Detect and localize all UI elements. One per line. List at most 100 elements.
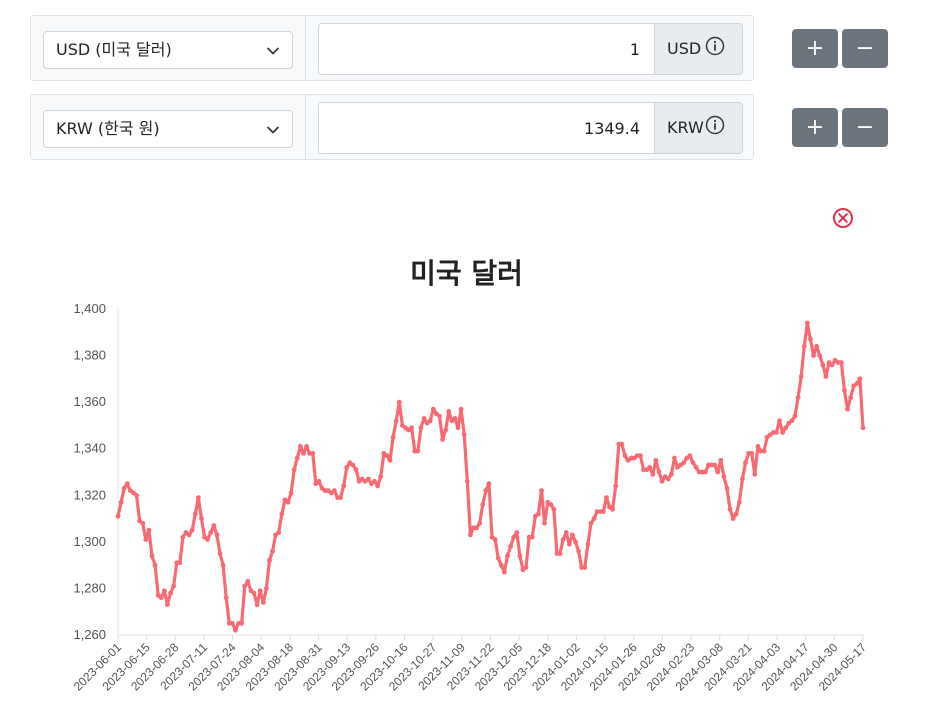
data-point (375, 483, 381, 489)
data-point (600, 509, 606, 514)
data-point (557, 551, 563, 556)
data-point (857, 376, 863, 382)
data-point (780, 430, 786, 435)
data-point (613, 483, 619, 489)
data-point (291, 467, 297, 473)
data-point (350, 462, 356, 468)
data-point (134, 492, 139, 498)
data-point (140, 520, 146, 526)
data-point (486, 481, 492, 487)
y-tick-label: 1,320 (73, 487, 106, 502)
data-point (495, 555, 501, 561)
data-point (199, 516, 204, 521)
data-point (542, 520, 547, 526)
data-point (446, 409, 452, 414)
data-point (121, 485, 127, 491)
data-point (158, 595, 164, 601)
data-point (622, 453, 628, 459)
data-point (814, 343, 820, 349)
data-point (845, 406, 850, 412)
data-point (638, 453, 643, 459)
data-point (656, 469, 662, 475)
data-point (245, 579, 251, 584)
data-point (211, 523, 217, 528)
data-point (529, 534, 535, 540)
data-point (755, 443, 761, 449)
data-point (808, 336, 813, 342)
data-point (740, 476, 745, 482)
data-point (585, 541, 591, 547)
data-point (421, 416, 427, 421)
data-point (372, 478, 377, 484)
data-point (443, 427, 449, 433)
data-point (418, 425, 424, 431)
data-point (263, 586, 269, 591)
data-point (409, 425, 415, 431)
data-point (687, 453, 693, 459)
data-point (483, 488, 489, 494)
data-point (171, 583, 177, 589)
data-point (798, 374, 804, 379)
data-point (736, 499, 742, 505)
data-point (789, 418, 795, 424)
data-point (560, 537, 566, 542)
data-point (672, 455, 677, 461)
data-point (168, 590, 173, 596)
data-point (474, 525, 479, 531)
data-point (752, 471, 758, 477)
data-point (681, 460, 687, 466)
data-point (582, 565, 588, 570)
series-line (116, 321, 865, 632)
data-point (301, 450, 306, 456)
data-point (659, 478, 665, 484)
line-chart: 1,260 1,280 1,300 1,320 1,340 1,360 1,380 1,400… (71, 301, 870, 694)
data-point (724, 485, 730, 491)
data-point (712, 462, 718, 468)
data-point (783, 425, 789, 431)
data-point (730, 516, 736, 521)
data-point (270, 548, 275, 554)
data-point (415, 448, 421, 454)
data-point (143, 537, 149, 542)
data-point (365, 476, 371, 482)
data-point (165, 602, 170, 608)
data-point (208, 530, 214, 535)
data-point (124, 481, 130, 487)
data-point (718, 457, 724, 463)
data-point (229, 620, 235, 626)
data-point (761, 448, 767, 454)
data-point (384, 453, 390, 459)
data-point (727, 506, 733, 512)
data-point (458, 406, 464, 412)
data-point (257, 588, 263, 594)
data-point (254, 602, 260, 608)
y-tick-label: 1,300 (73, 534, 106, 549)
data-point (195, 495, 201, 501)
data-point (610, 506, 616, 512)
data-point (508, 544, 513, 549)
data-point (223, 595, 229, 601)
data-point (177, 560, 183, 566)
y-tick-label: 1,400 (73, 301, 106, 316)
data-point (480, 502, 486, 507)
data-point (792, 413, 798, 419)
data-point (693, 464, 699, 470)
data-point (702, 469, 708, 475)
data-point (260, 600, 266, 605)
data-point (820, 362, 826, 368)
data-point (464, 478, 470, 484)
data-point (288, 490, 294, 496)
data-point (536, 511, 541, 517)
data-point (801, 343, 807, 349)
data-point (331, 488, 337, 494)
data-point (591, 516, 597, 521)
data-point (437, 413, 442, 419)
data-point (344, 464, 350, 470)
data-point (721, 474, 727, 480)
data-point (233, 627, 238, 633)
data-point (316, 478, 322, 484)
data-point (517, 553, 523, 559)
data-point (650, 471, 656, 477)
data-point (823, 374, 829, 379)
data-point (749, 450, 755, 456)
